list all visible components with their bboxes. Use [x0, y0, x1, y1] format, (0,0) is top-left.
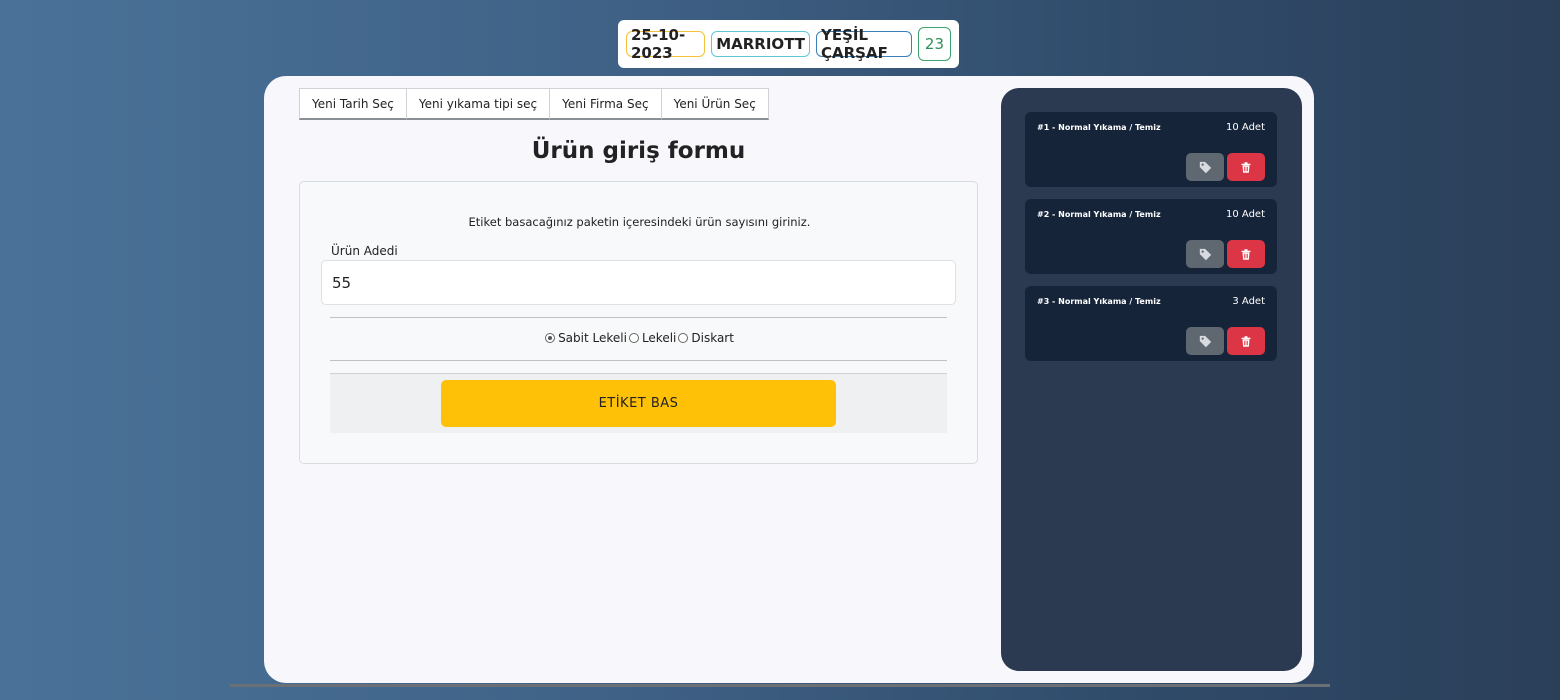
print-tag-button[interactable] — [1186, 327, 1224, 355]
tab-new-firm[interactable]: Yeni Firma Seç — [549, 88, 662, 120]
tag-icon — [1199, 248, 1211, 260]
delete-button[interactable] — [1227, 240, 1265, 268]
form-footer: ETİKET BAS — [330, 373, 947, 433]
radio-label: Lekeli — [641, 331, 677, 345]
radio-unchecked-icon[interactable] — [628, 333, 639, 343]
form-instruction: Etiket basacağınız paketin içeresindeki … — [468, 215, 811, 229]
list-item: #2 - Normal Yıkama / Temiz 10 Adet — [1025, 199, 1277, 274]
tab-new-product[interactable]: Yeni Ürün Seç — [660, 88, 769, 120]
quantity-input[interactable] — [321, 260, 956, 305]
tag-icon — [1199, 335, 1211, 347]
date-badge: 25-10-2023 — [626, 26, 706, 62]
selection-summary: 25-10-2023 MARRIOTT YEŞİL ÇARŞAF 23 — [618, 20, 959, 68]
tag-icon — [1199, 161, 1211, 173]
radio-checked-icon[interactable] — [545, 333, 556, 343]
delete-button[interactable] — [1227, 153, 1265, 181]
radio-label: Diskart — [691, 331, 734, 345]
bottom-divider — [230, 684, 1330, 687]
item-quantity: 3 Adet — [1232, 296, 1265, 307]
delete-button[interactable] — [1227, 327, 1265, 355]
firm-badge: MARRIOTT — [711, 31, 810, 57]
item-title: #3 - Normal Yıkama / Temiz — [1037, 297, 1161, 306]
list-item: #3 - Normal Yıkama / Temiz 3 Adet — [1025, 286, 1277, 361]
print-label-button[interactable]: ETİKET BAS — [441, 380, 836, 427]
item-quantity: 10 Adet — [1226, 122, 1265, 133]
print-tag-button[interactable] — [1186, 153, 1224, 181]
main-card: Yeni Tarih Seç Yeni yıkama tipi seç Yeni… — [264, 76, 1314, 683]
count-badge: 23 — [917, 27, 951, 61]
tab-new-date[interactable]: Yeni Tarih Seç — [299, 88, 407, 120]
page-title: Ürün giriş formu — [531, 138, 746, 164]
trash-icon — [1241, 248, 1251, 260]
stain-type-radio-group: Sabit Lekeli Lekeli Diskart — [300, 331, 979, 345]
print-tag-button[interactable] — [1186, 240, 1224, 268]
list-item: #1 - Normal Yıkama / Temiz 10 Adet — [1025, 112, 1277, 187]
radio-lekeli[interactable]: Lekeli — [628, 331, 677, 345]
product-entry-form: Etiket basacağınız paketin içeresindeki … — [299, 181, 978, 464]
divider — [330, 360, 947, 361]
radio-sabit-lekeli[interactable]: Sabit Lekeli — [545, 331, 627, 345]
tab-new-wash-type[interactable]: Yeni yıkama tipi seç — [405, 88, 551, 120]
radio-diskart[interactable]: Diskart — [678, 331, 734, 345]
quantity-label: Ürün Adedi — [331, 244, 398, 258]
radio-unchecked-icon[interactable] — [678, 333, 689, 343]
tab-bar: Yeni Tarih Seç Yeni yıkama tipi seç Yeni… — [299, 88, 769, 120]
item-title: #2 - Normal Yıkama / Temiz — [1037, 210, 1161, 219]
item-quantity: 10 Adet — [1226, 209, 1265, 220]
divider — [330, 317, 947, 318]
product-badge: YEŞİL ÇARŞAF — [816, 26, 912, 62]
trash-icon — [1241, 161, 1251, 173]
trash-icon — [1241, 335, 1251, 347]
label-list-panel: #1 - Normal Yıkama / Temiz 10 Adet #2 - … — [1001, 88, 1302, 671]
item-title: #1 - Normal Yıkama / Temiz — [1037, 123, 1161, 132]
radio-label: Sabit Lekeli — [558, 331, 627, 345]
